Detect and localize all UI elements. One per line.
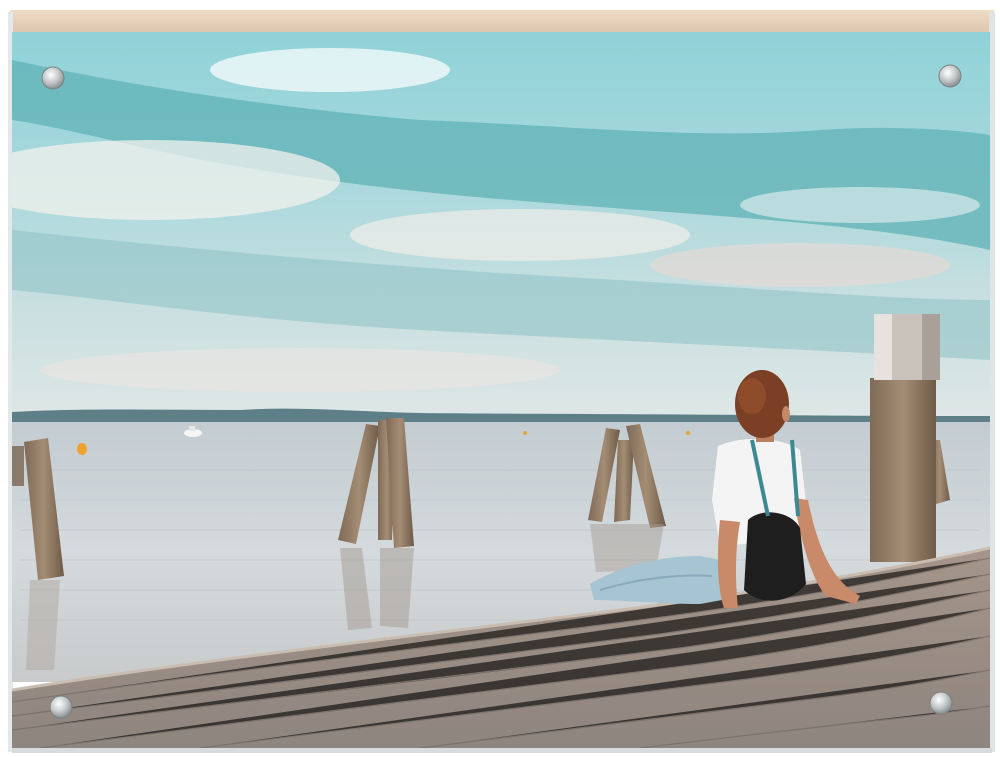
buoy-distant-2 — [686, 431, 690, 435]
frame-top-edge — [10, 10, 994, 34]
photo-frame — [0, 0, 1000, 757]
cloud-bright-mid — [350, 209, 690, 261]
buoy-orange-left — [77, 443, 87, 455]
framed-photo — [8, 10, 995, 753]
cloud-soft-low — [40, 348, 560, 392]
standoff-bolt-top-right — [938, 64, 962, 88]
photo-content — [12, 32, 990, 750]
cloud-bright-top — [210, 48, 450, 92]
standoff-bolt-top-left — [41, 66, 65, 90]
cloud-soft-right — [740, 187, 980, 223]
buoy-distant-1 — [523, 431, 527, 435]
standoff-bolt-bottom-left — [49, 695, 73, 719]
frame-bottom-edge — [12, 748, 992, 753]
standoff-bolt-bottom-right — [929, 691, 953, 715]
cloud-pink-right — [650, 243, 950, 287]
boat-cabin — [189, 426, 195, 431]
